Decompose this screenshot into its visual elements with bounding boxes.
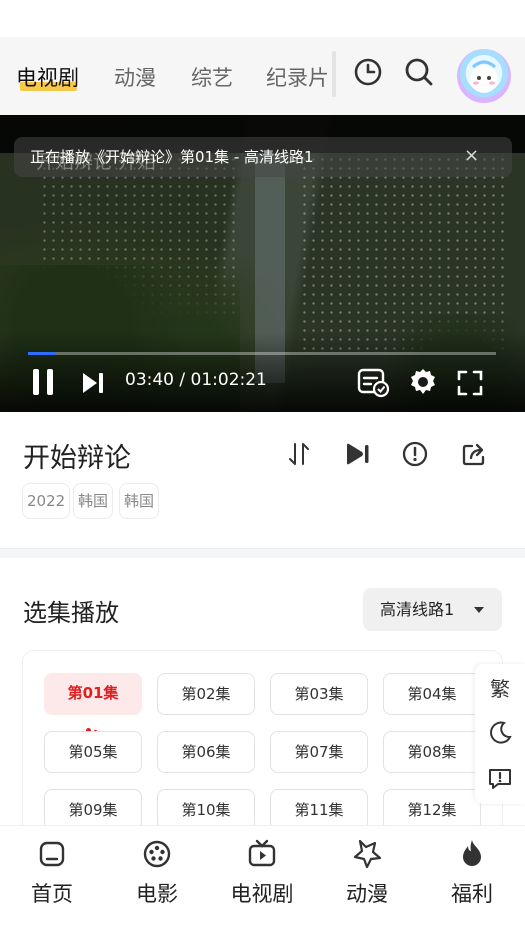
bottom-nav-welfare[interactable]: 福利 xyxy=(427,838,517,908)
tab-anime[interactable]: 动漫 xyxy=(114,62,156,92)
chevron-down-icon xyxy=(474,607,484,613)
episode-button[interactable]: 第05集 xyxy=(44,731,142,773)
avatar[interactable] xyxy=(457,49,511,103)
settings-gear-icon[interactable] xyxy=(408,367,438,397)
flame-icon xyxy=(463,840,481,866)
episode-section-title: 选集播放 xyxy=(23,599,119,627)
episode-button[interactable]: 第06集 xyxy=(157,731,255,773)
status-bar xyxy=(0,0,525,37)
bottom-nav-anime[interactable]: 动漫 xyxy=(322,838,412,908)
nav-divider xyxy=(332,51,336,97)
toast-close-icon[interactable]: × xyxy=(464,145,479,166)
next-icon[interactable] xyxy=(80,370,106,396)
episode-button[interactable]: 第04集 xyxy=(383,673,481,715)
avatar-mascot-icon xyxy=(470,60,498,93)
route-selector[interactable]: 高清线路1 xyxy=(363,588,502,631)
side-toolbar: 繁 xyxy=(475,664,525,804)
now-playing-icon xyxy=(76,702,110,740)
progress-bar[interactable] xyxy=(28,352,496,355)
home-icon xyxy=(39,841,65,867)
episode-button[interactable]: 第03集 xyxy=(270,673,368,715)
progress-fill xyxy=(28,352,56,355)
feedback-icon xyxy=(489,769,511,789)
now-playing-text: 正在播放《开始辩论》第01集 - 高清线路1 xyxy=(30,148,314,166)
route-label: 高清线路1 xyxy=(380,600,455,619)
tag-year: 2022 xyxy=(22,483,71,519)
bottom-nav: 首页 电影 电视剧 动漫 福利 xyxy=(0,825,525,935)
tv-icon xyxy=(248,839,276,867)
episode-button[interactable]: 第02集 xyxy=(157,673,255,715)
next-episode-icon[interactable] xyxy=(343,440,371,468)
bottom-nav-tv[interactable]: 电视剧 xyxy=(217,838,307,908)
episode-button[interactable]: 第07集 xyxy=(270,731,368,773)
tag-language: 韩国 xyxy=(119,483,160,519)
subtitle-icon[interactable] xyxy=(357,367,391,399)
tab-tv-series[interactable]: 电视剧 xyxy=(16,62,79,92)
history-icon[interactable] xyxy=(352,56,384,88)
episode-button-active[interactable]: 第01集 xyxy=(44,673,142,740)
tab-variety[interactable]: 综艺 xyxy=(191,62,233,92)
video-player[interactable]: 开始辩论 开始 正在播放《开始辩论》第01集 - 高清线路1 × 03:40 /… xyxy=(0,115,525,412)
top-nav: 电视剧 动漫 综艺 纪录片 xyxy=(0,37,525,115)
episode-grid: 第01集 第02集 第03集 第04集 第05集 第06集 第07集 第08集 … xyxy=(22,650,503,840)
report-icon[interactable] xyxy=(401,440,429,468)
episode-button[interactable]: 第08集 xyxy=(383,731,481,773)
feedback-button[interactable] xyxy=(475,756,525,802)
search-icon[interactable] xyxy=(403,56,435,88)
tag-region: 韩国 xyxy=(73,483,114,519)
sort-icon[interactable] xyxy=(285,440,313,468)
section-divider xyxy=(0,548,525,558)
bottom-nav-movies[interactable]: 电影 xyxy=(112,838,202,908)
tab-documentary[interactable]: 纪录片 xyxy=(266,62,329,92)
film-reel-icon xyxy=(143,840,171,868)
moon-icon xyxy=(490,721,512,744)
dark-mode-toggle[interactable] xyxy=(475,710,525,756)
pause-icon[interactable] xyxy=(30,367,56,397)
bottom-nav-home[interactable]: 首页 xyxy=(7,838,97,908)
share-icon[interactable] xyxy=(460,440,488,468)
show-title: 开始辩论 xyxy=(23,443,131,474)
traditional-chinese-toggle[interactable]: 繁 xyxy=(475,664,525,710)
star-icon xyxy=(353,839,382,869)
playback-time: 03:40 / 01:02:21 xyxy=(125,370,267,390)
fullscreen-icon[interactable] xyxy=(456,369,484,397)
